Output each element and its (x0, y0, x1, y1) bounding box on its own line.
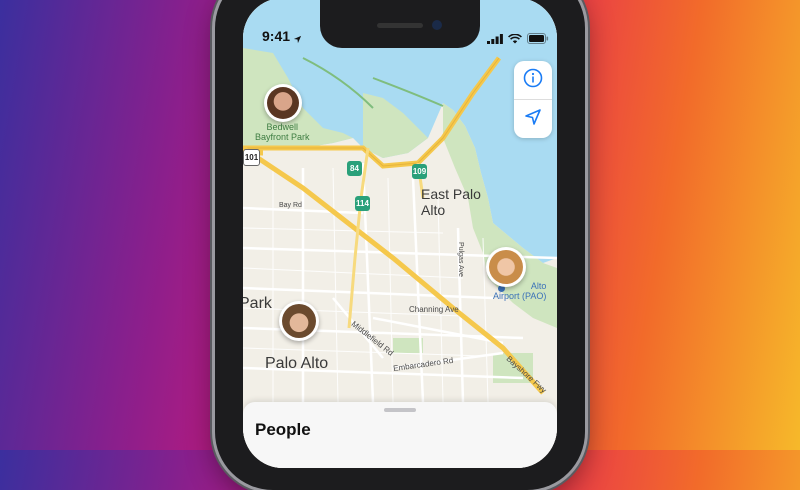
info-icon (523, 68, 543, 93)
person-avatar[interactable] (264, 84, 302, 122)
wifi-icon (508, 31, 522, 49)
location-services-icon (293, 31, 302, 49)
map-view[interactable]: 84 109 114 101 Bedwell Bayfront Park Eas… (243, 0, 557, 468)
map-label-bedwell: Bedwell Bayfront Park (255, 122, 310, 142)
map-controls-divider (514, 99, 552, 100)
route-shield: 101 (243, 149, 260, 166)
map-label-east-palo-alto: East Palo Alto (421, 186, 481, 218)
people-sheet[interactable]: People (243, 402, 557, 468)
location-button[interactable] (514, 100, 552, 138)
map-label-palo-alto: Palo Alto (265, 355, 329, 372)
front-camera (432, 20, 442, 30)
location-arrow-icon (524, 108, 542, 131)
person-avatar[interactable] (279, 301, 319, 341)
person-avatar[interactable] (486, 247, 526, 287)
sheet-grabber[interactable] (384, 408, 416, 412)
battery-icon (527, 31, 549, 49)
map-label-channing-ave: Channing Ave (409, 305, 459, 314)
route-shield: 109 (412, 164, 427, 179)
map-label-pulgas-ave: Pulgas Ave (456, 242, 464, 277)
map-label-bay-rd: Bay Rd (279, 202, 302, 209)
power-button (585, 170, 589, 250)
speaker (377, 23, 423, 28)
map-label-park: Park (243, 295, 272, 312)
route-shield: 114 (355, 196, 370, 211)
sheet-title: People (255, 420, 311, 439)
info-button[interactable] (514, 61, 552, 99)
phone-screen: 84 109 114 101 Bedwell Bayfront Park Eas… (243, 0, 557, 468)
cellular-signal-icon (487, 31, 503, 49)
route-shield: 84 (347, 161, 362, 176)
map-canvas (243, 0, 557, 468)
status-time: 9:41 (262, 28, 291, 44)
